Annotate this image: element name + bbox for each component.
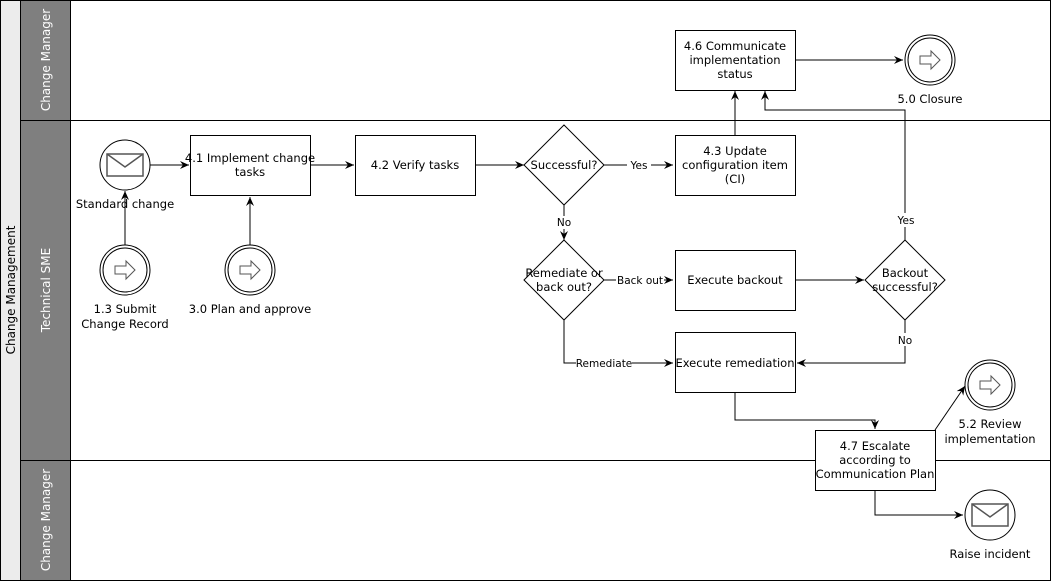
task-label-line-1: 4.6 Communicate xyxy=(684,39,786,53)
task-label-line-2: implementation xyxy=(689,53,780,67)
event-label: Raise incident xyxy=(950,547,1031,561)
gateway-label-line-2: back out? xyxy=(536,280,592,294)
task-label-line-2: tasks xyxy=(235,165,265,179)
task-label-line-1: 4.1 Implement change xyxy=(185,151,315,165)
lane-bottom-label: Change Manager xyxy=(39,469,53,571)
pool-label: Change Management xyxy=(4,225,18,354)
task-label-line-3: Communication Plan xyxy=(816,467,935,481)
task-verify-tasks[interactable]: 4.2 Verify tasks xyxy=(355,135,476,196)
lane-mid-label: Technical SME xyxy=(39,248,53,333)
task-label-line-1: 4.7 Escalate xyxy=(840,439,910,453)
gateway-label-line-2: successful? xyxy=(872,280,938,294)
task-update-ci[interactable]: 4.3 Update configuration item (CI) xyxy=(675,135,796,196)
task-label-line-2: configuration item xyxy=(682,158,788,172)
task-label-line-3: (CI) xyxy=(725,172,745,186)
envelope-icon xyxy=(106,153,144,177)
task-escalate[interactable]: 4.7 Escalate according to Communication … xyxy=(815,430,936,491)
pool: Change Management xyxy=(0,0,21,581)
gateway-label-line-1: Remediate or xyxy=(525,266,603,280)
edge-label-yes: Yes xyxy=(630,160,648,172)
event-label-line-2: Change Record xyxy=(81,317,168,331)
task-execute-remediation[interactable]: Execute remediation xyxy=(675,332,796,393)
gateway-label-line-1: Backout xyxy=(882,266,929,280)
envelope-icon xyxy=(971,503,1009,527)
edge-label-no: No xyxy=(557,217,571,229)
task-label: Execute backout xyxy=(687,273,783,287)
lane-top-label: Change Manager xyxy=(39,9,53,111)
event-label: Standard change xyxy=(76,197,174,211)
bpmn-diagram: Change Management Change Manager Technic… xyxy=(0,0,1051,581)
task-label-line-3: status xyxy=(717,67,752,81)
task-execute-backout[interactable]: Execute backout xyxy=(675,250,796,311)
event-label: 3.0 Plan and approve xyxy=(189,302,311,316)
event-label-line-2: implementation xyxy=(944,432,1035,446)
task-implement-change-tasks[interactable]: 4.1 Implement change tasks xyxy=(185,135,315,196)
task-label-line-1: 4.3 Update xyxy=(703,144,767,158)
edge-label-back-out: Back out xyxy=(617,275,663,287)
event-label: 5.0 Closure xyxy=(897,92,962,106)
gateway-label: Successful? xyxy=(531,158,598,172)
task-communicate-status[interactable]: 4.6 Communicate implementation status xyxy=(675,30,796,91)
task-label-line-2: according to xyxy=(839,453,911,467)
event-label-line-1: 1.3 Submit xyxy=(94,302,157,316)
edge-label-backout-yes: Yes xyxy=(897,215,915,227)
task-label: Execute remediation xyxy=(675,356,794,370)
task-label: 4.2 Verify tasks xyxy=(371,158,459,172)
edge-label-remediate: Remediate xyxy=(576,358,633,370)
event-label-line-1: 5.2 Review xyxy=(959,417,1022,431)
edge-label-backout-no: No xyxy=(898,335,912,347)
